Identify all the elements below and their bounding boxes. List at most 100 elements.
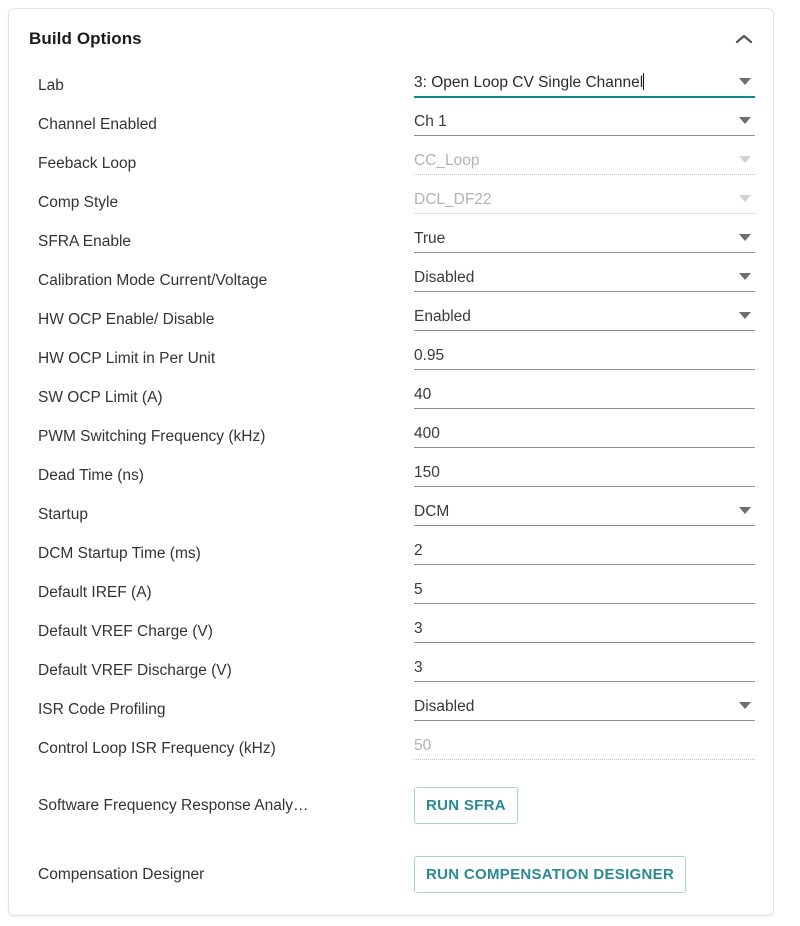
option-row: Calibration Mode Current/Voltage Disabled <box>9 264 773 303</box>
option-row: HW OCP Enable/ Disable Enabled <box>9 303 773 342</box>
option-label: Lab <box>38 77 64 94</box>
option-value: CC_Loop <box>414 152 480 169</box>
text-cursor <box>643 73 645 90</box>
option-row: Control Loop ISR Frequency (kHz) 50 <box>9 732 773 771</box>
field-underline <box>414 603 755 604</box>
field-underline <box>414 291 755 292</box>
option-row: SFRA Enable True <box>9 225 773 264</box>
action-button-cell: RUN COMPENSATION DESIGNER <box>414 856 755 893</box>
build-options-panel: Build Options Lab 3: Open Loop CV Single … <box>8 8 774 916</box>
option-row: HW OCP Limit in Per Unit 0.95 <box>9 342 773 381</box>
option-value: Disabled <box>414 698 475 715</box>
field-underline <box>414 564 755 565</box>
field-underline <box>414 252 755 253</box>
option-text-input[interactable]: 5 <box>414 576 755 606</box>
option-text-input[interactable]: 2 <box>414 537 755 567</box>
build-options-rows: Lab 3: Open Loop CV Single Channel Channel… <box>9 69 773 771</box>
option-text-input[interactable]: 400 <box>414 420 755 450</box>
option-row: Comp Style DCL_DF22 <box>9 186 773 225</box>
chevron-down-icon[interactable] <box>739 312 751 319</box>
page-title: Build Options <box>29 29 142 48</box>
chevron-down-icon[interactable] <box>739 507 751 514</box>
field-underline <box>414 642 755 643</box>
option-value: Enabled <box>414 308 471 325</box>
option-dropdown: DCL_DF22 <box>414 186 755 216</box>
run-compensation-designer-button[interactable]: RUN COMPENSATION DESIGNER <box>414 856 687 893</box>
option-label: HW OCP Enable/ Disable <box>38 311 215 328</box>
option-label: SFRA Enable <box>38 233 132 250</box>
option-dropdown[interactable]: Ch 1 <box>414 108 755 138</box>
chevron-down-icon[interactable] <box>739 234 751 241</box>
option-label: HW OCP Limit in Per Unit <box>38 350 216 367</box>
option-text-input: 50 <box>414 732 755 762</box>
field-underline <box>414 720 755 721</box>
field-underline <box>414 96 755 98</box>
option-row: Startup DCM <box>9 498 773 537</box>
option-label: Calibration Mode Current/Voltage <box>38 272 268 289</box>
option-label: Default VREF Charge (V) <box>38 623 213 640</box>
field-underline <box>414 174 755 175</box>
option-label: PWM Switching Frequency (kHz) <box>38 428 266 445</box>
option-dropdown[interactable]: Disabled <box>414 693 755 723</box>
option-text-input[interactable]: 3 <box>414 615 755 645</box>
option-value: Ch 1 <box>414 113 447 130</box>
option-value: 150 <box>414 464 440 481</box>
option-text-input[interactable]: 0.95 <box>414 342 755 372</box>
option-row: Default VREF Charge (V) 3 <box>9 615 773 654</box>
option-row: ISR Code Profiling Disabled <box>9 693 773 732</box>
chevron-down-icon[interactable] <box>739 702 751 709</box>
action-label: Software Frequency Response Analy… <box>38 796 309 814</box>
option-label: Default VREF Discharge (V) <box>38 662 232 679</box>
option-value: True <box>414 230 446 247</box>
panel-header: Build Options <box>9 9 773 69</box>
option-value: 50 <box>414 737 432 754</box>
field-underline <box>414 135 755 136</box>
field-underline <box>414 681 755 682</box>
option-value: DCM <box>414 503 450 520</box>
option-value: 3 <box>414 659 423 676</box>
option-label: Feeback Loop <box>38 155 137 172</box>
action-label: Compensation Designer <box>38 865 205 883</box>
field-underline <box>414 408 755 409</box>
option-text-input[interactable]: 150 <box>414 459 755 489</box>
option-value: 40 <box>414 386 432 403</box>
option-row: Channel Enabled Ch 1 <box>9 108 773 147</box>
chevron-down-icon <box>739 156 751 163</box>
option-dropdown: CC_Loop <box>414 147 755 177</box>
field-underline <box>414 369 755 370</box>
option-dropdown[interactable]: Enabled <box>414 303 755 333</box>
option-dropdown[interactable]: DCM <box>414 498 755 528</box>
option-row: PWM Switching Frequency (kHz) 400 <box>9 420 773 459</box>
option-value: 3 <box>414 620 423 637</box>
build-options-action-rows: Software Frequency Response Analy… RUN SF… <box>9 771 773 909</box>
option-value: DCL_DF22 <box>414 191 492 208</box>
option-value: 5 <box>414 581 423 598</box>
action-row: Compensation Designer RUN COMPENSATION DE… <box>9 840 773 909</box>
option-label: Channel Enabled <box>38 116 157 133</box>
option-dropdown[interactable]: True <box>414 225 755 255</box>
option-text-input[interactable]: 3 <box>414 654 755 684</box>
option-label: Default IREF (A) <box>38 584 152 601</box>
option-label: SW OCP Limit (A) <box>38 389 163 406</box>
option-row: Default IREF (A) 5 <box>9 576 773 615</box>
option-label: Startup <box>38 506 88 523</box>
field-underline <box>414 330 755 331</box>
field-underline <box>414 525 755 526</box>
field-underline <box>414 486 755 487</box>
option-label: DCM Startup Time (ms) <box>38 545 201 562</box>
option-row: Feeback Loop CC_Loop <box>9 147 773 186</box>
chevron-down-icon <box>739 195 751 202</box>
option-value: 400 <box>414 425 440 442</box>
option-dropdown[interactable]: 3: Open Loop CV Single Channel <box>414 69 755 99</box>
field-underline <box>414 213 755 214</box>
option-text-input[interactable]: 40 <box>414 381 755 411</box>
run-sfra-button[interactable]: RUN SFRA <box>414 787 518 824</box>
chevron-down-icon[interactable] <box>739 117 751 124</box>
chevron-down-icon[interactable] <box>739 78 751 85</box>
option-row: DCM Startup Time (ms) 2 <box>9 537 773 576</box>
chevron-down-icon[interactable] <box>739 273 751 280</box>
option-dropdown[interactable]: Disabled <box>414 264 755 294</box>
chevron-up-icon[interactable] <box>727 22 761 56</box>
action-button-cell: RUN SFRA <box>414 787 755 824</box>
option-label: Comp Style <box>38 194 119 211</box>
